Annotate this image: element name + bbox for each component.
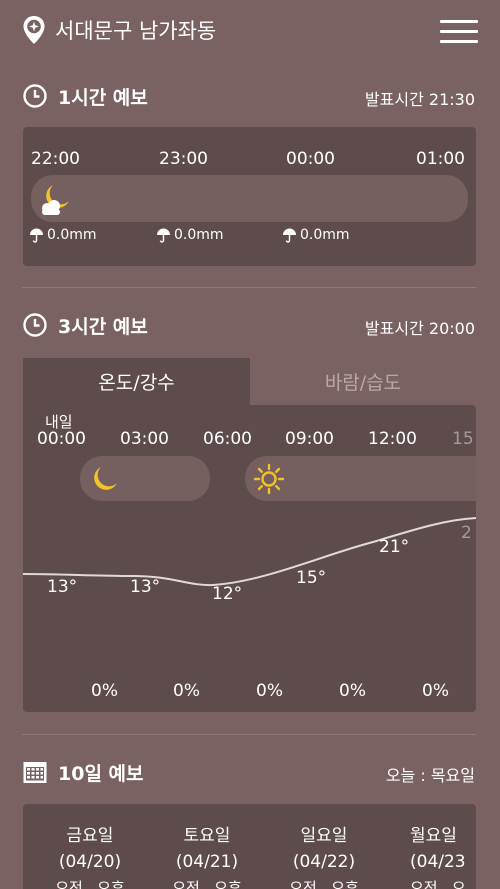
temperature-value: 13°	[47, 577, 78, 597]
hourly-issued-time: 발표시간 21:30	[364, 90, 475, 109]
rain-amount: 0.0mm	[300, 227, 350, 243]
clock-icon	[23, 84, 47, 108]
day-date: (04/22)	[292, 852, 356, 872]
day-forecast[interactable]: 일요일 (04/22) 오전 오후	[269, 823, 379, 889]
temperature-value: 2	[461, 523, 472, 543]
hourly-panel: 22:00 23:00 00:00 01:00 0.0mm 0.0mm 0.0m…	[23, 127, 476, 266]
three-hour-time: 06:00	[203, 429, 252, 449]
three-hour-time: 00:00	[37, 429, 86, 449]
day-date: (04/20)	[58, 852, 122, 872]
hourly-rain: 0.0mm	[29, 227, 97, 243]
night-weather-pill	[80, 456, 210, 501]
hourly-time: 00:00	[286, 149, 335, 169]
menu-icon[interactable]	[440, 20, 478, 44]
day-forecast[interactable]: 금요일 (04/20) 오전 오후	[35, 823, 145, 889]
hourly-rain: 0.0mm	[156, 227, 224, 243]
umbrella-icon	[157, 228, 170, 243]
day-forecast[interactable]: 월요일 (04/23 오전 오	[386, 823, 476, 889]
three-hour-time: 12:00	[368, 429, 417, 449]
day-name: 금요일	[66, 826, 114, 846]
three-hour-time: 09:00	[285, 429, 334, 449]
precip-probability: 0%	[256, 681, 283, 701]
clock-icon	[23, 313, 47, 337]
precip-probability: 0%	[339, 681, 366, 701]
three-hour-time: 03:00	[120, 429, 169, 449]
day-name: 월요일	[410, 826, 457, 846]
temperature-value: 15°	[296, 568, 327, 588]
rain-amount: 0.0mm	[174, 227, 224, 243]
day-name: 토요일	[183, 826, 231, 846]
sun-icon	[253, 463, 285, 495]
hourly-weather-bar	[31, 175, 468, 222]
header: 서대문구 남가좌동	[0, 0, 500, 62]
day-weather-pill	[245, 456, 476, 501]
cloudy-night-icon	[42, 185, 69, 215]
day-name: 일요일	[300, 826, 348, 846]
tab-wind-humidity[interactable]: 바람/습도	[250, 358, 476, 405]
am-pm-labels: 오전 오후	[55, 879, 125, 889]
section-divider	[22, 734, 476, 735]
precip-probability: 0%	[422, 681, 449, 701]
rain-amount: 0.0mm	[47, 227, 97, 243]
precip-probability: 0%	[91, 681, 118, 701]
hourly-time: 23:00	[159, 149, 208, 169]
temperature-value: 13°	[130, 577, 161, 597]
three-hour-time: 15	[452, 429, 474, 449]
calendar-icon	[23, 762, 47, 783]
location-pin-icon[interactable]	[22, 15, 46, 45]
temperature-value: 21°	[379, 537, 410, 557]
tab-temperature-precip[interactable]: 온도/강수	[23, 358, 250, 405]
today-label: 오늘 : 목요일	[385, 766, 475, 785]
am-pm-labels: 오전 오후	[289, 879, 359, 889]
day-forecast[interactable]: 토요일 (04/21) 오전 오후	[152, 823, 262, 889]
day-date: (04/23	[410, 852, 466, 872]
hourly-rain: 0.0mm	[282, 227, 350, 243]
temperature-value: 12°	[212, 584, 243, 604]
moon-icon	[94, 467, 117, 490]
location-name[interactable]: 서대문구 남가좌동	[55, 15, 216, 45]
precip-probability: 0%	[173, 681, 200, 701]
am-pm-labels: 오전 오후	[172, 879, 242, 889]
hourly-time: 01:00	[416, 149, 465, 169]
am-pm-labels: 오전 오	[410, 879, 466, 889]
umbrella-icon	[30, 228, 43, 243]
section-divider	[22, 287, 476, 288]
umbrella-icon	[283, 228, 296, 243]
hourly-time: 22:00	[31, 149, 80, 169]
three-hour-issued-time: 발표시간 20:00	[364, 319, 475, 338]
day-date: (04/21)	[175, 852, 239, 872]
